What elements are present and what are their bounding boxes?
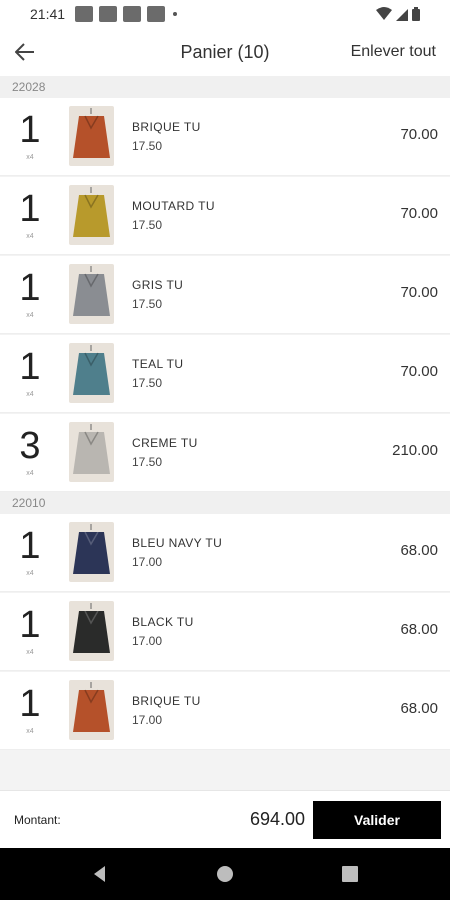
cart-row[interactable]: 1 x4 TEAL TU 17.50 70.00 [0, 335, 450, 413]
item-quantity[interactable]: 3 [10, 426, 50, 466]
product-thumbnail [69, 343, 114, 403]
more-notifications-icon [173, 12, 178, 16]
item-pack-size: x4 [26, 154, 34, 161]
item-unit-price: 17.00 [132, 555, 163, 569]
cart-row[interactable]: 1 x4 BRIQUE TU 17.00 68.00 [0, 672, 450, 750]
item-unit-price: 17.50 [132, 139, 163, 153]
nav-home-icon[interactable] [213, 862, 237, 886]
item-total: 70.00 [400, 205, 438, 222]
cart-row[interactable]: 1 x4 BLEU NAVY TU 17.00 68.00 [0, 514, 450, 592]
item-total: 70.00 [400, 126, 438, 143]
clear-cart-button[interactable]: Enlever tout [351, 43, 436, 61]
item-quantity[interactable]: 1 [10, 268, 50, 308]
cart-row[interactable]: 3 x4 CREME TU 17.50 210.00 [0, 414, 450, 492]
nav-back-icon[interactable] [88, 862, 112, 886]
notification-icon [75, 6, 94, 22]
validate-button[interactable]: Valider [313, 801, 441, 839]
notification-icon [123, 6, 142, 22]
item-name: BRIQUE TU [132, 694, 201, 708]
arrow-left-icon [15, 43, 34, 61]
amount-value: 694.00 [249, 809, 305, 829]
item-quantity[interactable]: 1 [10, 347, 50, 387]
notification-icon [99, 6, 118, 22]
item-unit-price: 17.50 [132, 218, 163, 232]
item-name: GRIS TU [132, 278, 184, 292]
item-total: 68.00 [400, 700, 438, 717]
item-name: CREME TU [132, 436, 198, 450]
item-quantity[interactable]: 1 [10, 110, 50, 150]
nav-recents-icon[interactable] [338, 862, 362, 886]
signal-icon [396, 9, 408, 21]
item-pack-size: x4 [26, 312, 34, 319]
item-total: 68.00 [400, 542, 438, 559]
status-time: 21:41 [30, 6, 66, 22]
item-pack-size: x4 [26, 649, 34, 656]
item-quantity[interactable]: 1 [10, 526, 50, 566]
item-pack-size: x4 [26, 233, 34, 240]
item-quantity[interactable]: 1 [10, 605, 50, 645]
item-name: TEAL TU [132, 357, 184, 371]
item-unit-price: 17.00 [132, 713, 163, 727]
item-pack-size: x4 [26, 728, 34, 735]
item-unit-price: 17.00 [132, 634, 163, 648]
status-bar: 21:41 [0, 0, 450, 28]
item-quantity[interactable]: 1 [10, 189, 50, 229]
item-total: 70.00 [400, 284, 438, 301]
item-unit-price: 17.50 [132, 376, 163, 390]
amount-label: Montant: [14, 813, 61, 827]
item-unit-price: 17.50 [132, 297, 163, 311]
checkout-footer: Montant: 694.00 Valider [0, 790, 450, 848]
product-thumbnail [69, 106, 114, 166]
item-total: 68.00 [400, 621, 438, 638]
item-name: MOUTARD TU [132, 199, 215, 213]
item-name: BRIQUE TU [132, 120, 201, 134]
item-name: BLEU NAVY TU [132, 536, 223, 550]
product-thumbnail [69, 422, 114, 482]
product-thumbnail [69, 522, 114, 582]
cart-row[interactable]: 1 x4 BRIQUE TU 17.50 70.00 [0, 98, 450, 176]
system-nav-bar [0, 848, 450, 900]
product-thumbnail [69, 601, 114, 661]
cart-row[interactable]: 1 x4 GRIS TU 17.50 70.00 [0, 256, 450, 334]
product-thumbnail [69, 680, 114, 740]
app-bar: Panier (10) Enlever tout [0, 28, 450, 76]
back-button[interactable] [0, 28, 50, 76]
cart-row[interactable]: 1 x4 MOUTARD TU 17.50 70.00 [0, 177, 450, 255]
item-quantity[interactable]: 1 [10, 684, 50, 724]
item-name: BLACK TU [132, 615, 194, 629]
cart-row[interactable]: 1 x4 BLACK TU 17.00 68.00 [0, 593, 450, 671]
product-thumbnail [69, 264, 114, 324]
battery-icon [412, 7, 420, 21]
item-unit-price: 17.50 [132, 455, 163, 469]
item-pack-size: x4 [26, 470, 34, 477]
wifi-icon [376, 7, 392, 20]
item-total: 70.00 [400, 363, 438, 380]
product-thumbnail [69, 185, 114, 245]
item-pack-size: x4 [26, 391, 34, 398]
item-pack-size: x4 [26, 570, 34, 577]
item-total: 210.00 [392, 442, 438, 459]
group-header: 22010 [0, 492, 450, 514]
notification-icon [147, 6, 166, 22]
group-header: 22028 [0, 76, 450, 98]
